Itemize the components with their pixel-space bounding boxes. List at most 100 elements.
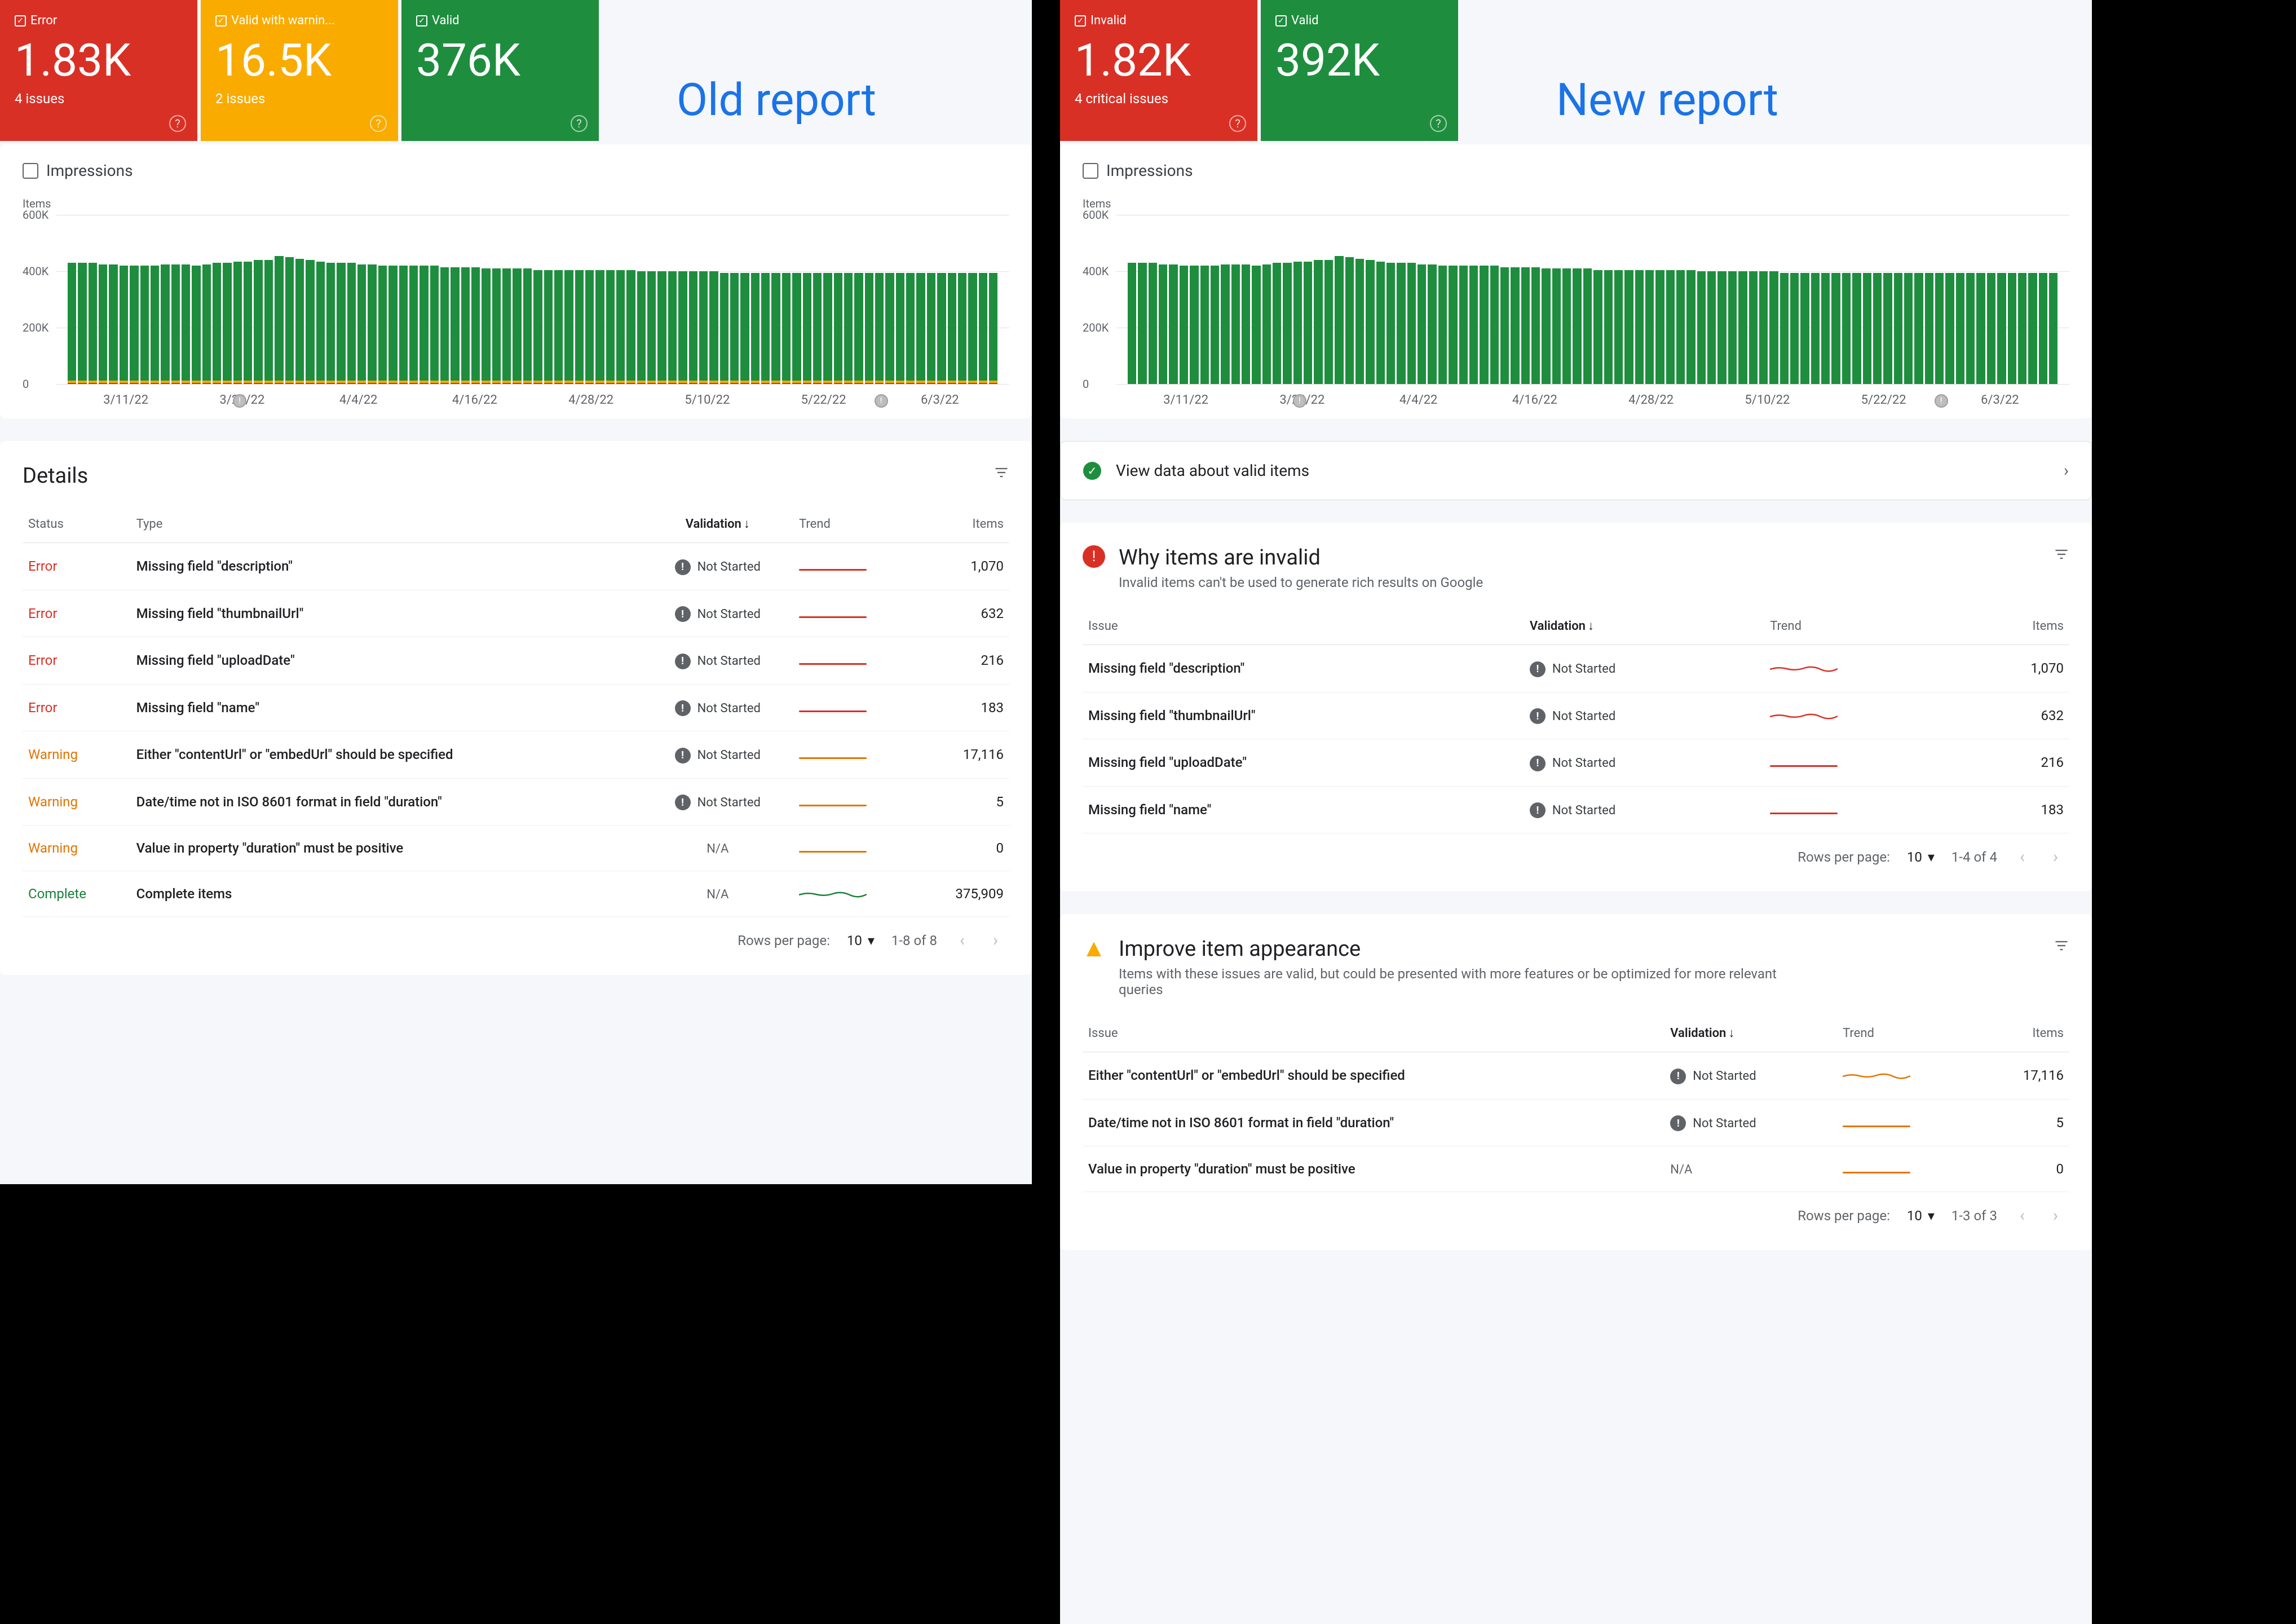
cell-trend — [793, 684, 916, 731]
checkbox-icon[interactable] — [1083, 163, 1098, 179]
next-page-button[interactable]: › — [987, 930, 1004, 950]
rpp-select[interactable]: 10 ▾ — [1907, 1208, 1935, 1224]
table-row[interactable]: Missing field "thumbnailUrl"!Not Started… — [1083, 692, 2069, 739]
chart-bar — [1221, 264, 1229, 385]
col-items[interactable]: Items — [1959, 607, 2069, 645]
col-items[interactable]: Items — [916, 505, 1009, 543]
col-validation[interactable]: Validation↓ — [1524, 607, 1764, 645]
table-row[interactable]: Missing field "description"!Not Started1… — [1083, 645, 2069, 692]
chart-bar — [626, 270, 635, 385]
help-icon[interactable]: ? — [370, 115, 387, 132]
col-issue[interactable]: Issue — [1083, 1014, 1664, 1052]
table-row[interactable]: ErrorMissing field "name"!Not Started183 — [23, 684, 1009, 731]
status-card-red[interactable]: ✓Invalid1.82K4 critical issues? — [1060, 0, 1257, 141]
help-icon[interactable]: ? — [571, 115, 588, 132]
chart-bar — [585, 270, 594, 385]
filter-icon[interactable] — [994, 464, 1009, 485]
trend-sparkline — [799, 757, 867, 759]
status-card-green[interactable]: ✓Valid376K? — [401, 0, 599, 141]
view-valid-items-link[interactable]: ✓ View data about valid items › — [1060, 441, 2092, 500]
chart-bar — [233, 262, 242, 385]
impressions-label: Impressions — [46, 161, 133, 180]
chart-bar — [451, 267, 459, 385]
table-row[interactable]: ErrorMissing field "description"!Not Sta… — [23, 543, 1009, 590]
event-marker-icon[interactable] — [1293, 394, 1306, 408]
chart-bar — [347, 263, 356, 384]
next-page-button[interactable]: › — [2047, 1206, 2064, 1225]
prev-page-button[interactable]: ‹ — [954, 930, 970, 950]
chart-bar — [937, 273, 946, 385]
info-icon: ! — [1530, 802, 1546, 818]
chart-bar — [1966, 273, 1975, 385]
chart-bar — [1531, 267, 1540, 385]
table-row[interactable]: ErrorMissing field "thumbnailUrl"!Not St… — [23, 590, 1009, 637]
filter-icon[interactable] — [2054, 937, 2069, 958]
event-marker-icon[interactable] — [1935, 394, 1948, 408]
col-issue[interactable]: Issue — [1083, 607, 1524, 645]
chart-bar — [1242, 264, 1250, 385]
check-icon: ✓ — [215, 15, 227, 27]
rpp-select[interactable]: 10 ▾ — [1907, 849, 1935, 865]
table-row[interactable]: Missing field "uploadDate"!Not Started21… — [1083, 739, 2069, 787]
event-marker-icon[interactable] — [875, 394, 888, 408]
validation-badge: !Not Started — [675, 606, 761, 622]
chart-bar — [1335, 256, 1343, 385]
impressions-toggle[interactable]: Impressions — [23, 161, 1009, 180]
help-icon[interactable]: ? — [1229, 115, 1246, 132]
cell-validation: !Not Started — [642, 637, 793, 685]
rpp-select[interactable]: 10 ▾ — [847, 933, 875, 948]
col-validation[interactable]: Validation↓ — [642, 505, 793, 543]
chart-bar — [420, 266, 428, 384]
prev-page-button[interactable]: ‹ — [2014, 847, 2030, 867]
status-card-red[interactable]: ✓Error1.83K4 issues? — [0, 0, 197, 141]
table-row[interactable]: WarningDate/time not in ISO 8601 format … — [23, 778, 1009, 826]
col-trend[interactable]: Trend — [1837, 1014, 1977, 1052]
filter-icon[interactable] — [2054, 545, 2069, 567]
chart-bar — [1821, 273, 1830, 385]
status-cards-old: ✓Error1.83K4 issues?✓Valid with warnin..… — [0, 0, 1032, 141]
table-row[interactable]: Either "contentUrl" or "embedUrl" should… — [1083, 1052, 2069, 1100]
status-card-yellow[interactable]: ✓Valid with warnin...16.5K2 issues? — [201, 0, 398, 141]
status-card-green[interactable]: ✓Valid392K? — [1261, 0, 1458, 141]
table-row[interactable]: ErrorMissing field "uploadDate"!Not Star… — [23, 637, 1009, 685]
col-items[interactable]: Items — [1977, 1014, 2069, 1052]
help-icon[interactable]: ? — [1430, 115, 1447, 132]
col-trend[interactable]: Trend — [1764, 607, 1959, 645]
col-status[interactable]: Status — [23, 505, 131, 543]
validation-badge: !Not Started — [1530, 756, 1615, 771]
card-label: Valid — [432, 14, 460, 28]
validation-badge: !Not Started — [1530, 802, 1615, 818]
chart-bar — [285, 257, 294, 384]
table-row[interactable]: Date/time not in ISO 8601 format in fiel… — [1083, 1099, 2069, 1146]
chart-bar — [740, 273, 749, 385]
table-row[interactable]: CompleteComplete itemsN/A375,909 — [23, 871, 1009, 917]
col-trend[interactable]: Trend — [793, 505, 916, 543]
impressions-toggle[interactable]: Impressions — [1083, 161, 2069, 180]
x-tick: 6/3/22 — [882, 393, 998, 407]
next-page-button[interactable]: › — [2047, 847, 2064, 867]
chart-bar — [89, 263, 97, 384]
prev-page-button[interactable]: ‹ — [2014, 1206, 2030, 1225]
chart-bar — [1749, 271, 1758, 384]
table-row[interactable]: Value in property "duration" must be pos… — [1083, 1146, 2069, 1192]
table-row[interactable]: Missing field "name"!Not Started183 — [1083, 786, 2069, 833]
y-axis-title: Items — [1083, 197, 2069, 210]
col-validation[interactable]: Validation↓ — [1664, 1014, 1837, 1052]
cell-trend — [793, 871, 916, 917]
chart-bar — [1552, 268, 1561, 384]
chart-bar — [1542, 268, 1550, 384]
table-row[interactable]: WarningEither "contentUrl" or "embedUrl"… — [23, 731, 1009, 779]
pager-improve: Rows per page: 10 ▾ 1-3 of 3 ‹ › — [1083, 1192, 2069, 1228]
event-marker-icon[interactable] — [233, 394, 246, 408]
cell-trend — [793, 637, 916, 685]
chart-bar — [979, 273, 987, 385]
chart-bar — [1676, 270, 1685, 385]
chart-bar — [1407, 263, 1416, 384]
chart-bar — [771, 273, 780, 385]
help-icon[interactable]: ? — [169, 115, 186, 132]
col-type[interactable]: Type — [131, 505, 642, 543]
card-value: 16.5K — [215, 38, 383, 83]
checkbox-icon[interactable] — [23, 163, 38, 179]
x-tick: 4/4/22 — [301, 393, 417, 407]
table-row[interactable]: WarningValue in property "duration" must… — [23, 826, 1009, 871]
